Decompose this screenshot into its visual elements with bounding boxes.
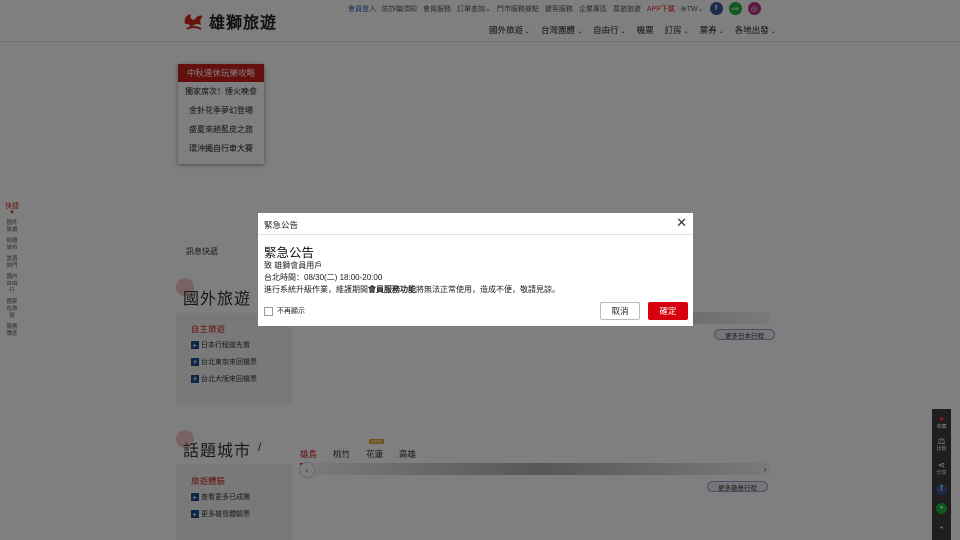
dialog-title: 緊急公告 (264, 246, 315, 260)
confirm-button[interactable]: 確定 (648, 302, 688, 320)
dont-show-checkbox[interactable]: 不再顯示 (264, 306, 305, 316)
announcement-dialog: 緊急公告 ✕ 緊急公告 致 雄獅會員用戶 台北時間：08/30(二) 18:00… (258, 213, 693, 326)
dialog-recipient: 致 雄獅會員用戶 (264, 261, 323, 270)
close-icon[interactable]: ✕ (676, 216, 687, 230)
dialog-header-title: 緊急公告 (264, 220, 299, 230)
dont-show-label: 不再顯示 (277, 308, 305, 315)
dialog-header: 緊急公告 ✕ (258, 213, 693, 235)
cancel-button[interactable]: 取消 (600, 302, 640, 320)
checkbox-icon (264, 306, 273, 316)
dialog-time: 台北時間：08/30(二) 18:00-20:00 (264, 273, 383, 282)
dialog-message: 進行系統升級作業，維護期間會員服務功能將無法正常使用，造成不便，敬請見諒。 (264, 285, 560, 294)
